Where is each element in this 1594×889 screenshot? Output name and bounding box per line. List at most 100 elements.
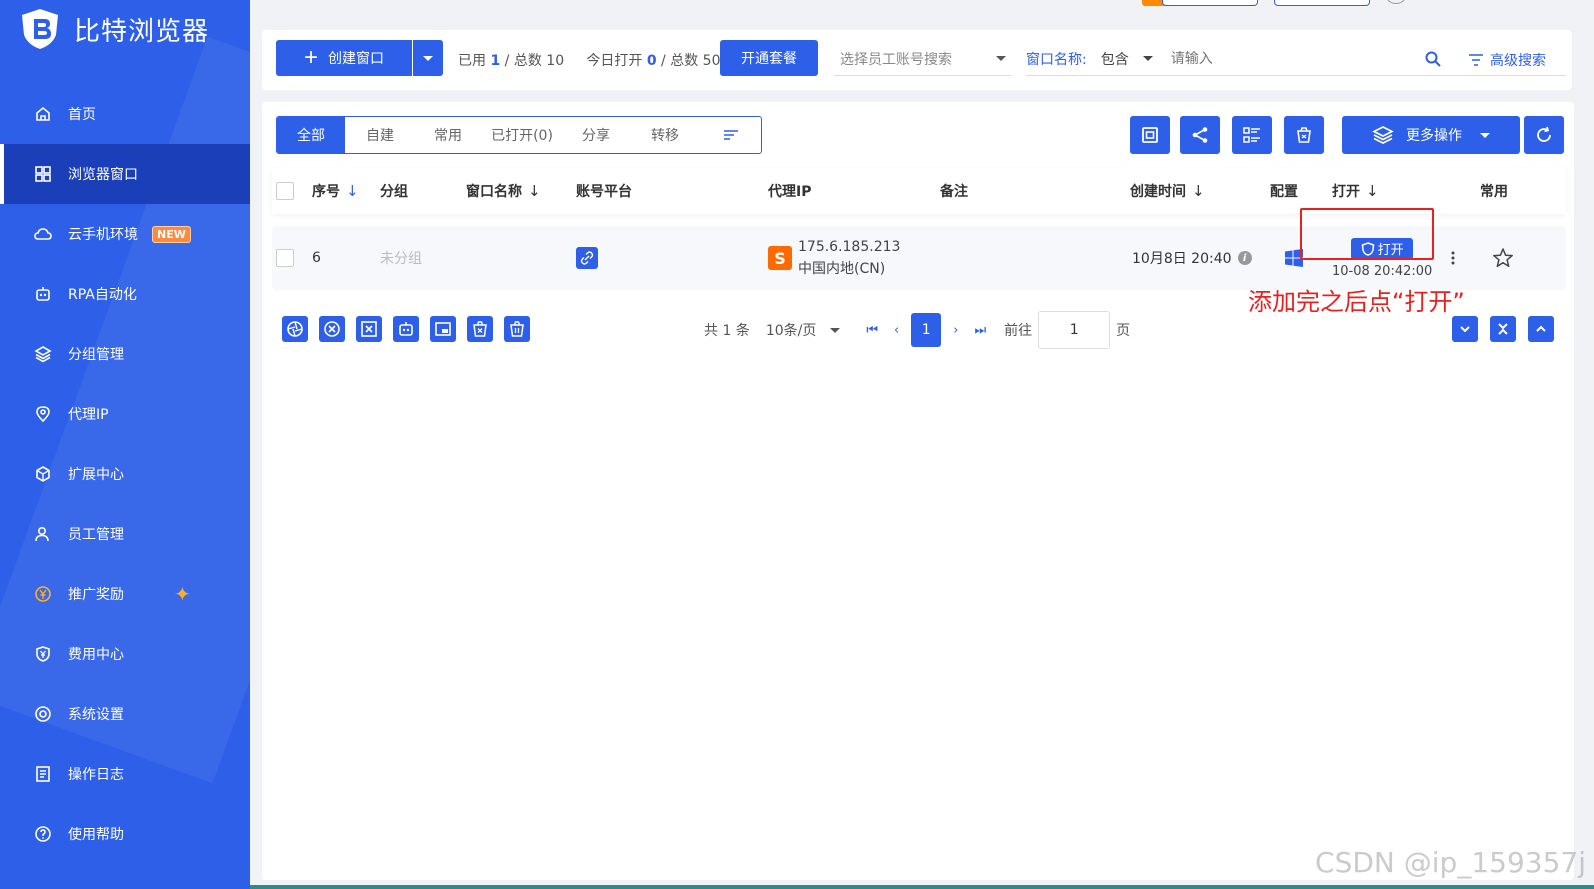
prev-page-button[interactable]: ‹ xyxy=(894,323,899,338)
list-view-button[interactable] xyxy=(1232,116,1272,154)
chevron-down-icon xyxy=(1142,56,1153,61)
select-all-checkbox[interactable] xyxy=(276,182,294,200)
header-group: 分组 xyxy=(380,184,408,200)
log-icon xyxy=(34,765,52,783)
batch-window-button[interactable] xyxy=(430,316,456,342)
trash-icon xyxy=(510,321,524,337)
annotation-text: 添加完之后点“打开” xyxy=(1248,288,1465,316)
batch-close-all-button[interactable] xyxy=(356,316,382,342)
aperture-icon xyxy=(287,321,303,337)
batch-rpa-button[interactable] xyxy=(393,316,419,342)
row-favorite[interactable] xyxy=(1492,226,1514,290)
link-icon[interactable] xyxy=(576,247,598,269)
checkbox[interactable] xyxy=(276,182,294,200)
refresh-button[interactable] xyxy=(1524,116,1564,154)
scroll-controls xyxy=(1452,316,1554,342)
batch-close-button[interactable] xyxy=(319,316,345,342)
sidebar-item-label: 使用帮助 xyxy=(68,827,124,843)
header-avatar[interactable] xyxy=(1386,0,1406,4)
batch-delete-button[interactable] xyxy=(504,316,530,342)
sidebar: 比特浏览器 首页 浏览器窗口 云手机环境 NEW RPA自动化 分组管理 代理I… xyxy=(0,0,250,889)
window-layout-button[interactable] xyxy=(1130,116,1170,154)
scroll-down-button[interactable] xyxy=(1452,316,1478,342)
page-number[interactable]: 1 xyxy=(911,313,942,347)
sort-button[interactable] xyxy=(701,117,761,153)
last-page-button[interactable]: ⏭ xyxy=(974,323,986,338)
match-mode-select[interactable]: 包含 xyxy=(1101,49,1153,69)
delete-button[interactable] xyxy=(1284,116,1324,154)
search-icon[interactable] xyxy=(1424,50,1442,68)
batch-clear-button[interactable] xyxy=(467,316,493,342)
row-platform[interactable] xyxy=(576,226,598,290)
sidebar-item-billing[interactable]: 费用中心 xyxy=(0,624,250,684)
scroll-up-button[interactable] xyxy=(1528,316,1554,342)
tab-self-created[interactable]: 自建 xyxy=(345,117,415,153)
sidebar-item-settings[interactable]: 系统设置 xyxy=(0,684,250,744)
search-input[interactable] xyxy=(1170,50,1411,67)
goto-input[interactable] xyxy=(1038,311,1111,349)
open-button[interactable]: 打开 xyxy=(1351,237,1414,260)
create-window-dropdown[interactable] xyxy=(413,40,443,76)
chevron-down-icon xyxy=(423,55,433,61)
create-window-button[interactable]: + 创建窗口 xyxy=(276,40,412,76)
sidebar-item-browser-windows[interactable]: 浏览器窗口 xyxy=(0,144,250,204)
brand[interactable]: 比特浏览器 xyxy=(18,4,209,54)
match-mode-value: 包含 xyxy=(1100,51,1129,68)
header-index[interactable]: 序号 ↓ xyxy=(312,181,359,201)
header-window-name[interactable]: 窗口名称 ↓ xyxy=(466,181,541,201)
tab-transfer[interactable]: 转移 xyxy=(629,117,701,153)
sidebar-item-cloud-phone[interactable]: 云手机环境 NEW xyxy=(0,204,250,264)
cube-icon xyxy=(34,465,52,483)
sidebar-item-help[interactable]: 使用帮助 xyxy=(0,804,250,864)
advanced-search-button[interactable]: 高级搜索 xyxy=(1468,50,1546,70)
share-button[interactable] xyxy=(1180,116,1220,154)
chevron-up-icon xyxy=(1536,325,1546,332)
sidebar-item-rpa[interactable]: RPA自动化 xyxy=(0,264,250,324)
batch-open-button[interactable] xyxy=(282,316,308,342)
row-more-button[interactable] xyxy=(1450,226,1456,290)
header-button[interactable] xyxy=(1274,0,1370,6)
usage-stats: 已用 1 / 总数 10 今日打开 0 / 总数 50 xyxy=(458,50,720,70)
page-size-select[interactable]: 10条/页 xyxy=(766,320,841,340)
first-page-button[interactable]: ⏮ xyxy=(866,323,878,338)
header-created-label: 创建时间 xyxy=(1130,184,1186,200)
header-platform: 账号平台 xyxy=(576,184,632,200)
today-label: 今日打开 xyxy=(586,53,643,69)
sidebar-item-label: 费用中心 xyxy=(68,647,124,663)
sidebar-item-staff[interactable]: 员工管理 xyxy=(0,504,250,564)
header-open[interactable]: 打开 ↓ xyxy=(1332,181,1379,201)
row-checkbox[interactable] xyxy=(276,226,294,290)
expand-vertical-icon xyxy=(1498,323,1508,335)
tab-all[interactable]: 全部 xyxy=(277,117,345,153)
today-value: 0 xyxy=(646,53,657,69)
open-plan-button[interactable]: 开通套餐 xyxy=(720,40,818,76)
shield-yuan-icon xyxy=(34,645,52,663)
expand-button[interactable] xyxy=(1490,316,1516,342)
checkbox[interactable] xyxy=(276,249,294,267)
table-row[interactable]: 6 未分组 S 175.6.185.213 中国内地(CN) 10月8日 20:… xyxy=(272,226,1566,290)
tab-favorites[interactable]: 常用 xyxy=(415,117,481,153)
sidebar-item-groups[interactable]: 分组管理 xyxy=(0,324,250,384)
tab-shared[interactable]: 分享 xyxy=(563,117,629,153)
logo-icon xyxy=(22,9,58,49)
goto-label: 前往 xyxy=(1004,323,1033,339)
robot-icon xyxy=(399,322,413,336)
row-config[interactable] xyxy=(1284,226,1304,290)
sidebar-item-home[interactable]: 首页 xyxy=(0,84,250,144)
tab-opened[interactable]: 已打开(0) xyxy=(481,117,563,153)
employee-select[interactable]: 选择员工账号搜索 xyxy=(834,42,1012,76)
sparkle-icon: ✦ xyxy=(174,582,191,606)
filter-tabs: 全部 自建 常用 已打开(0) 分享 转移 xyxy=(276,116,762,154)
sidebar-item-referral[interactable]: 推广奖励 ✦ xyxy=(0,564,250,624)
filter-icon xyxy=(1469,54,1483,66)
sidebar-item-logs[interactable]: 操作日志 xyxy=(0,744,250,804)
used-label: 已用 xyxy=(458,53,486,69)
sidebar-item-proxy[interactable]: 代理IP xyxy=(0,384,250,444)
sidebar-item-extensions[interactable]: 扩展中心 xyxy=(0,444,250,504)
yuan-icon xyxy=(34,585,52,603)
header-created[interactable]: 创建时间 ↓ xyxy=(1130,181,1205,201)
info-icon[interactable]: i xyxy=(1237,251,1252,265)
more-actions-button[interactable]: 更多操作 xyxy=(1342,116,1520,154)
next-page-button[interactable]: › xyxy=(953,323,958,338)
header-button[interactable] xyxy=(1162,0,1258,6)
